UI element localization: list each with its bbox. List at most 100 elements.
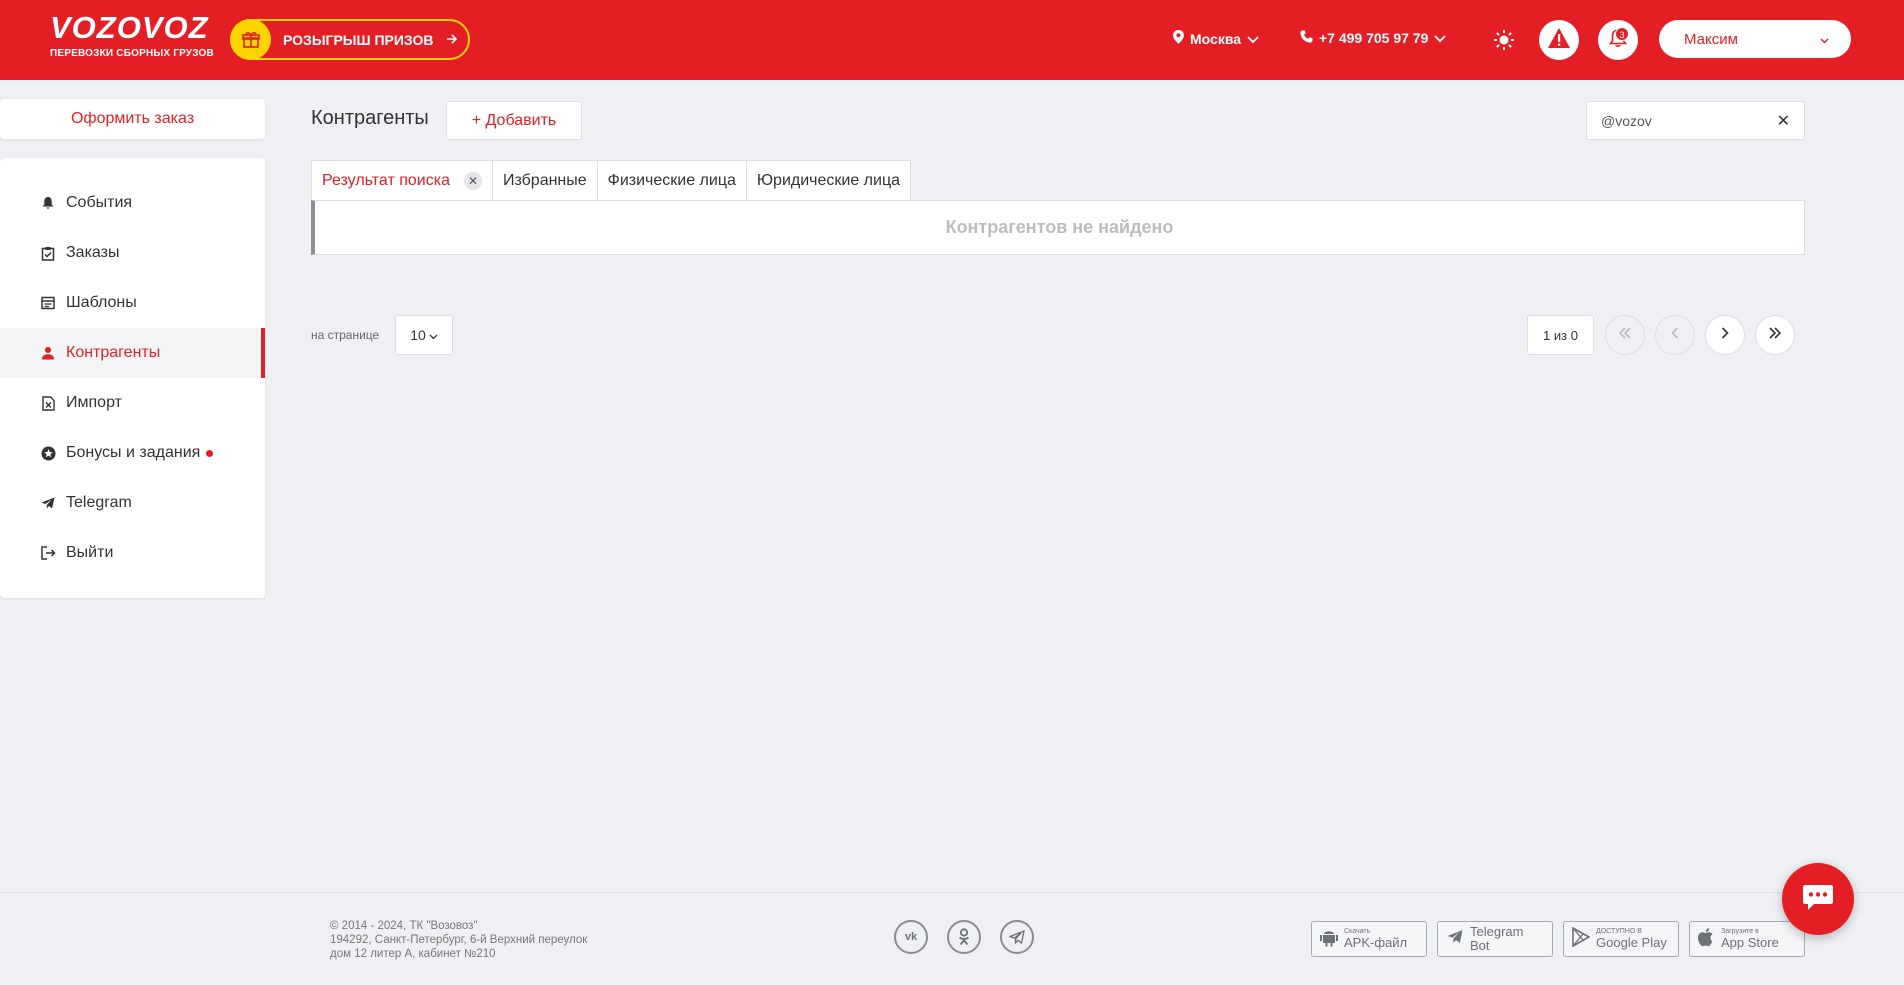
store-name: Telegram Bot	[1470, 924, 1524, 953]
user-menu-button[interactable]: Максим	[1659, 20, 1851, 58]
sidebar-item-import[interactable]: Импорт	[0, 378, 265, 428]
close-icon[interactable]: ✕	[1777, 111, 1790, 131]
address-line: 194292, Санкт-Петербург, 6-й Верхний пер…	[330, 934, 588, 946]
tab-label: Результат поиска	[322, 172, 450, 189]
page-title: Контрагенты	[311, 107, 429, 129]
tab-label: Юридические лица	[756, 172, 901, 189]
address-line: дом 12 литер А, кабинет №210	[330, 948, 496, 960]
first-page-button[interactable]	[1605, 315, 1645, 355]
sidebar-item-events[interactable]: События	[0, 178, 265, 228]
sidebar-nav: События Заказы Шаблоны Контрагенты Импор…	[0, 158, 265, 598]
tab-legal-entities[interactable]: Юридические лица	[745, 160, 912, 201]
per-page-value: 10	[410, 327, 426, 343]
city-label: Москва	[1190, 30, 1242, 47]
social-links: vk	[894, 920, 1034, 954]
clipboard-icon	[40, 245, 56, 261]
empty-results-message: Контрагентов не найдено	[311, 200, 1805, 255]
telegram-icon	[1446, 929, 1464, 949]
theme-toggle-sun-icon[interactable]	[1493, 29, 1515, 56]
chevron-down-icon	[429, 327, 438, 343]
template-icon	[40, 295, 56, 311]
page-info: 1 из 0	[1527, 315, 1594, 355]
close-tab-icon[interactable]: ✕	[463, 172, 482, 190]
add-counterparty-button[interactable]: + Добавить	[446, 101, 582, 140]
notifications-button[interactable]: 3	[1598, 20, 1638, 60]
chevron-left-icon	[1671, 326, 1679, 344]
search-input[interactable]	[1601, 112, 1777, 129]
telegram-bot-button[interactable]: Telegram Bot	[1437, 921, 1553, 957]
store-name: APK-файл	[1344, 935, 1408, 950]
tab-individuals[interactable]: Физические лица	[596, 160, 747, 201]
top-header: VOZOVOZ ПЕРЕВОЗКИ СБОРНЫХ ГРУЗОВ РОЗЫГРЫ…	[0, 0, 1904, 80]
logo[interactable]: VOZOVOZ ПЕРЕВОЗКИ СБОРНЫХ ГРУЗОВ	[50, 10, 214, 60]
last-page-button[interactable]	[1755, 315, 1795, 355]
telegram-icon	[40, 495, 56, 511]
bell-icon	[40, 195, 56, 211]
double-chevron-left-icon	[1618, 326, 1632, 344]
sidebar-item-label: Заказы	[66, 244, 120, 261]
sidebar-item-label: Контрагенты	[66, 344, 161, 361]
excel-file-icon	[40, 395, 56, 411]
sidebar-item-telegram[interactable]: Telegram	[0, 478, 265, 528]
sidebar-item-label: Импорт	[66, 394, 122, 411]
sidebar-item-bonuses[interactable]: Бонусы и задания	[0, 428, 265, 478]
prize-draw-button[interactable]: РОЗЫГРЫШ ПРИЗОВ	[230, 19, 470, 60]
warning-button[interactable]	[1539, 20, 1579, 60]
counterparty-tabs: Результат поиска ✕ Избранные Физические …	[311, 160, 912, 201]
chevron-down-icon	[1820, 31, 1829, 48]
phone-icon	[1300, 30, 1313, 46]
gift-icon	[230, 19, 271, 60]
android-icon	[1320, 927, 1338, 952]
chevron-down-icon	[1434, 30, 1447, 46]
logo-text: VOZOVOZ	[50, 10, 209, 45]
chevron-right-icon	[1721, 326, 1729, 344]
chat-bubble-icon	[1802, 883, 1834, 916]
sidebar-item-label: Telegram	[66, 494, 132, 511]
notification-count-badge: 3	[1615, 27, 1629, 41]
tab-label: Избранные	[502, 172, 587, 189]
apk-download-button[interactable]: Скачать APK-файл	[1311, 921, 1427, 957]
arrow-right-icon	[446, 32, 458, 48]
google-play-button[interactable]: ДОСТУПНО В Google Play	[1563, 921, 1679, 957]
new-indicator-dot	[206, 449, 214, 457]
city-selector[interactable]: Москва	[1173, 30, 1259, 47]
create-order-button[interactable]: Оформить заказ	[0, 99, 265, 139]
copyright-line: © 2014 - 2024, ТК "Возовоз"	[330, 920, 478, 932]
phone-number: +7 499 705 97 79	[1319, 30, 1429, 46]
chevron-down-icon	[1247, 31, 1259, 47]
sidebar-item-label: Шаблоны	[66, 294, 137, 311]
prev-page-button[interactable]	[1655, 315, 1695, 355]
sidebar-item-templates[interactable]: Шаблоны	[0, 278, 265, 328]
logout-icon	[40, 545, 56, 561]
copyright: © 2014 - 2024, ТК "Возовоз" 194292, Санк…	[330, 919, 587, 961]
app-store-button[interactable]: Загрузите в App Store	[1689, 921, 1805, 957]
chat-button[interactable]	[1782, 863, 1854, 935]
search-field[interactable]: ✕	[1586, 101, 1805, 140]
prize-draw-label: РОЗЫГРЫШ ПРИЗОВ	[283, 31, 434, 48]
vk-icon[interactable]: vk	[894, 920, 928, 954]
double-chevron-right-icon	[1768, 326, 1782, 344]
odnoklassniki-icon[interactable]	[947, 920, 981, 954]
tab-search-result[interactable]: Результат поиска ✕	[311, 160, 493, 201]
sidebar-item-label: Бонусы и задания	[66, 444, 201, 461]
footer: © 2014 - 2024, ТК "Возовоз" 194292, Санк…	[0, 892, 1904, 985]
apple-icon	[1697, 927, 1715, 952]
per-page-label: на странице	[311, 328, 380, 342]
next-page-button[interactable]	[1705, 315, 1745, 355]
sidebar-item-orders[interactable]: Заказы	[0, 228, 265, 278]
sidebar-item-counterparties[interactable]: Контрагенты	[0, 328, 265, 378]
google-play-icon	[1572, 926, 1591, 952]
tab-label: Физические лица	[607, 172, 736, 189]
sidebar-item-label: Выйти	[66, 544, 114, 561]
per-page-select[interactable]: 10	[395, 315, 453, 355]
sidebar-item-logout[interactable]: Выйти	[0, 528, 265, 578]
warning-icon	[1547, 27, 1571, 54]
app-store-links: Скачать APK-файл Telegram Bot ДОСТУПНО В…	[1311, 921, 1805, 957]
star-badge-icon	[40, 445, 56, 461]
telegram-icon[interactable]	[1000, 920, 1034, 954]
logo-tagline: ПЕРЕВОЗКИ СБОРНЫХ ГРУЗОВ	[50, 48, 214, 59]
tab-favorites[interactable]: Избранные	[491, 160, 598, 201]
sidebar-item-label: События	[66, 194, 133, 211]
phone-selector[interactable]: +7 499 705 97 79	[1300, 30, 1447, 46]
store-name: Google Play	[1596, 935, 1667, 950]
